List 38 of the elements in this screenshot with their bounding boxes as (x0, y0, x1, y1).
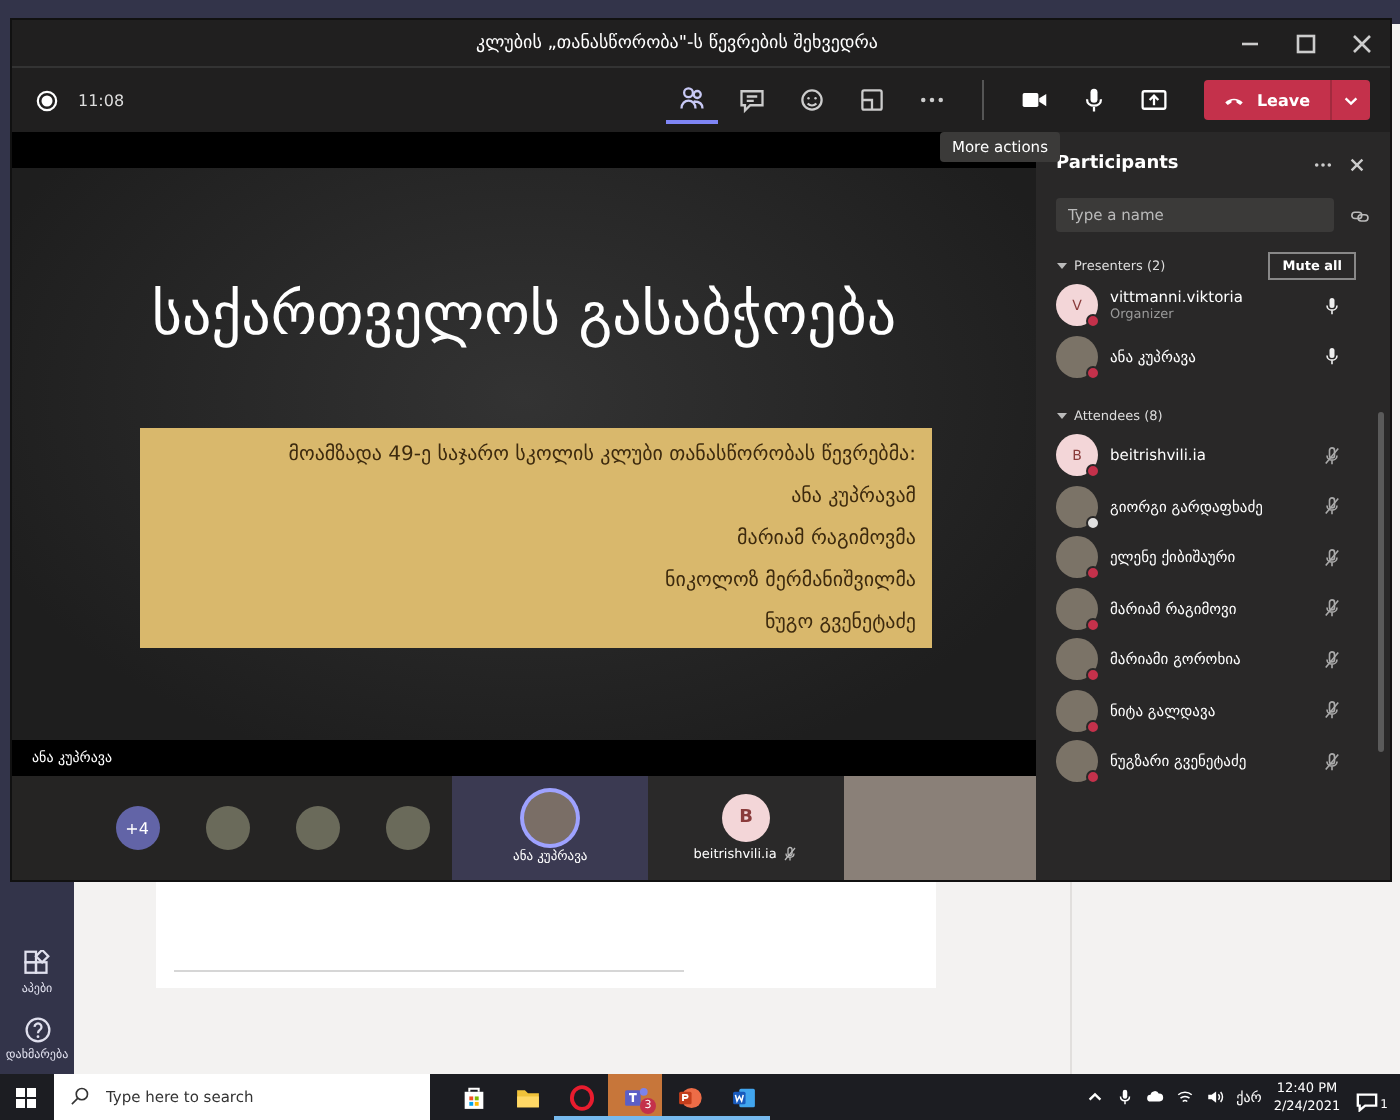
search-icon (70, 1086, 90, 1106)
microphone-icon[interactable] (1116, 1088, 1135, 1106)
chevron-up-icon[interactable] (1086, 1088, 1105, 1106)
meeting-timer: 11:08 (78, 91, 127, 109)
slide-text-line: მოამზადა 49-ე საჯარო სკოლის კლუბი თანასწორობას წევრებმა: (288, 441, 916, 470)
cloud-icon[interactable] (1146, 1088, 1165, 1106)
caret-icon[interactable] (1056, 260, 1068, 272)
slide-text-line: ანა კუპრავამ (791, 483, 916, 512)
avatar (1056, 587, 1098, 630)
panel-title: Participants (1056, 154, 1181, 174)
wifi-icon[interactable] (1176, 1088, 1195, 1106)
avatar (1056, 638, 1098, 681)
close-icon[interactable] (1352, 33, 1372, 53)
caret-icon[interactable] (1056, 410, 1068, 422)
avatar[interactable] (295, 806, 340, 850)
slide-title: საქართველოს გასაბჭოება (151, 280, 897, 348)
slide-text-line: ნუგო გვენეტაძე (764, 609, 916, 638)
slide-text-line: მარიამ რაგიმოვმა (737, 525, 916, 554)
speech-bubble-icon (1356, 1091, 1379, 1111)
help-icon (23, 1016, 51, 1044)
apps-icon (22, 950, 51, 978)
avatar[interactable] (205, 806, 250, 850)
avatar (524, 792, 577, 844)
window-title: კლუბის „თანასწორობა"-ს წევრების შეხვედრა (474, 33, 880, 53)
avatar (1056, 740, 1098, 783)
maximize-icon[interactable] (1296, 33, 1316, 53)
more-participants-button[interactable]: +4 (115, 806, 160, 850)
avatar (1056, 536, 1098, 579)
scrollbar[interactable] (1378, 412, 1384, 752)
slide-text-line: ნიკოლოზ მერმანიშვილმა (665, 567, 916, 596)
avatar (1056, 485, 1098, 528)
avatar[interactable] (385, 806, 430, 850)
avatar: B (722, 794, 771, 842)
avatar (1056, 335, 1098, 378)
record-icon (36, 89, 58, 111)
avatar (1056, 689, 1098, 732)
speaker-icon[interactable] (1206, 1088, 1225, 1106)
link-icon[interactable] (1350, 205, 1370, 225)
